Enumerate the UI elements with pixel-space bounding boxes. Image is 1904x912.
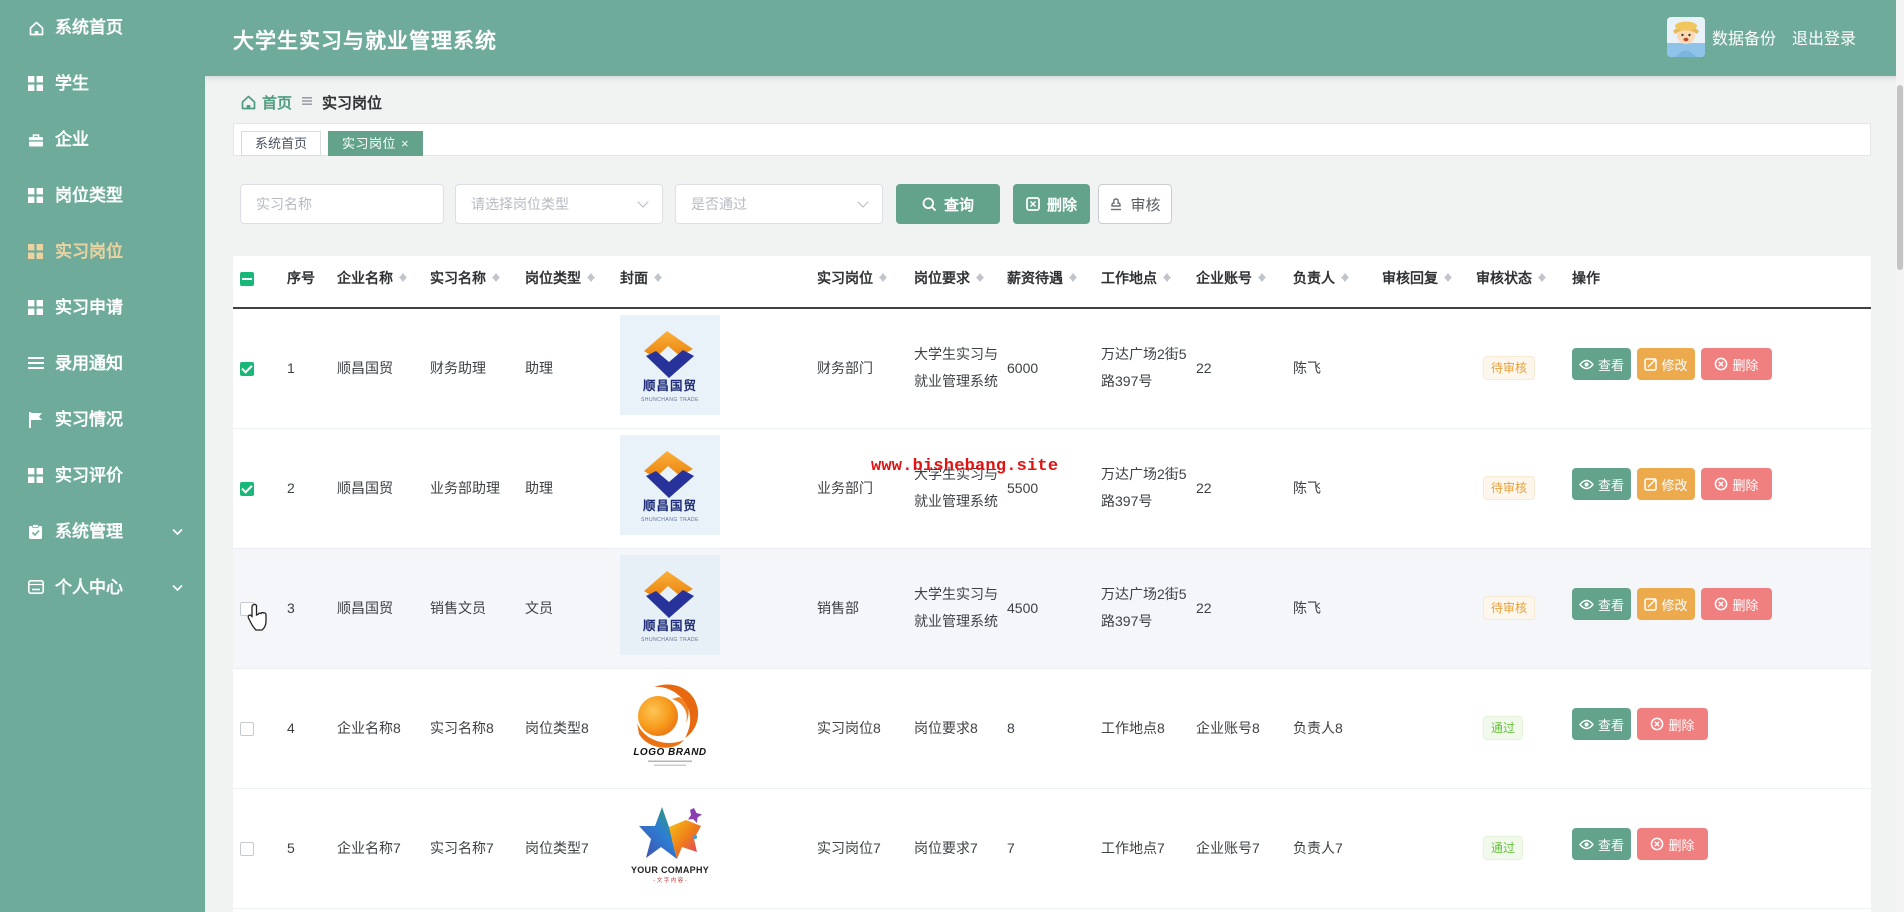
svg-text:LOGO BRAND: LOGO BRAND: [633, 747, 706, 758]
svg-text:- 文 字 内 容 -: - 文 字 内 容 -: [653, 876, 686, 884]
svg-text:顺昌国贸: 顺昌国贸: [643, 498, 697, 513]
svg-text:YOUR COMAPHY: YOUR COMAPHY: [631, 865, 709, 875]
svg-text:SHUNCHANG TRADE: SHUNCHANG TRADE: [641, 397, 699, 403]
svg-text:顺昌国贸: 顺昌国贸: [643, 618, 697, 633]
svg-text:顺昌国贸: 顺昌国贸: [643, 378, 697, 393]
svg-text:SHUNCHANG TRADE: SHUNCHANG TRADE: [641, 517, 699, 523]
svg-text:SHUNCHANG TRADE: SHUNCHANG TRADE: [641, 637, 699, 643]
